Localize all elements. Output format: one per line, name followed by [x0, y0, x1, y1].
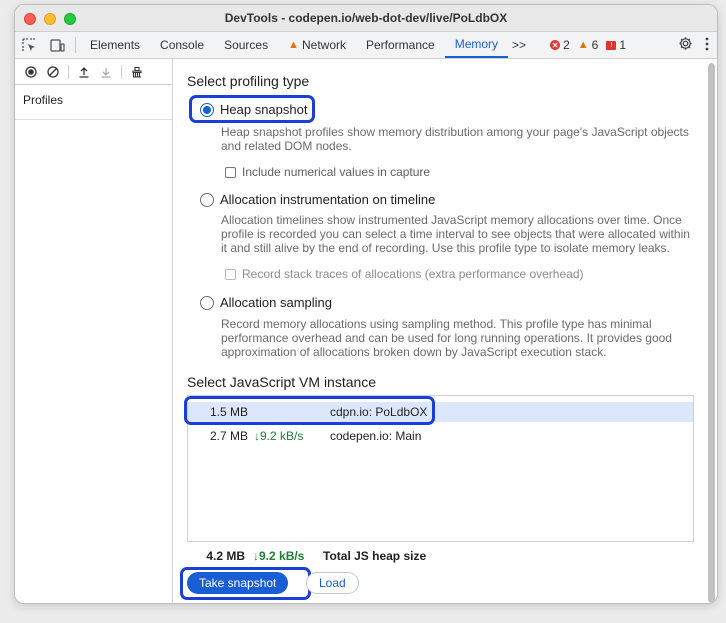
- take-snapshot-button[interactable]: Take snapshot: [187, 572, 289, 594]
- error-count: 2: [563, 38, 570, 52]
- allocation-timeline-description: Allocation timelines show instrumented J…: [221, 213, 690, 255]
- minimize-window-button[interactable]: [44, 13, 56, 25]
- toolbar-divider: [68, 64, 69, 79]
- tab-label: Sources: [224, 38, 269, 52]
- tab-network[interactable]: ▲ Network: [278, 32, 356, 58]
- total-heap-label: Total JS heap size: [323, 549, 427, 563]
- tab-sources[interactable]: Sources: [214, 32, 278, 58]
- tab-performance[interactable]: Performance: [356, 32, 445, 58]
- vm-instance-row[interactable]: 2.7 MB ↓9.2 kB/s codepen.io: Main: [188, 426, 693, 446]
- heap-snapshot-description: Heap snapshot profiles show memory distr…: [221, 125, 689, 153]
- checkbox-include-numerical-values[interactable]: Include numerical values in capture: [225, 165, 430, 179]
- radio-button[interactable]: [200, 192, 214, 207]
- download-icon[interactable]: [96, 62, 116, 82]
- profiles-sidebar: Profiles: [15, 59, 173, 603]
- radio-button[interactable]: [200, 295, 214, 310]
- radio-allocation-instrumentation[interactable]: Allocation instrumentation on timeline: [200, 192, 435, 207]
- vm-instance-rate: ↓9.2 kB/s: [254, 429, 304, 443]
- kebab-menu-icon[interactable]: [705, 37, 709, 54]
- error-icon: ✕: [550, 40, 561, 50]
- checkbox-record-stack-traces[interactable]: Record stack traces of allocations (extr…: [225, 267, 584, 281]
- clear-all-icon[interactable]: [43, 62, 63, 82]
- total-heap-rate: ↓9.2 kB/s: [253, 549, 305, 563]
- checkbox-label: Record stack traces of allocations (extr…: [242, 267, 584, 281]
- zoom-window-button[interactable]: [64, 13, 76, 25]
- more-tabs-button[interactable]: >>: [508, 38, 530, 52]
- checkbox-label: Include numerical values in capture: [242, 165, 431, 179]
- devtools-toolbar: Elements Console Sources ▲ Network Perfor…: [15, 32, 717, 59]
- issue-counters[interactable]: ✕ 2 ▲ 6 ! 1: [550, 38, 626, 52]
- tab-memory[interactable]: Memory: [444, 32, 509, 58]
- error-counter[interactable]: ✕ 2: [550, 38, 570, 52]
- tab-label: Elements: [90, 38, 141, 52]
- highlight-selected-vm-instance: [184, 396, 435, 425]
- memory-panel: Select profiling type Heap snapshot Heap…: [173, 59, 717, 603]
- garbage-collect-icon[interactable]: [127, 62, 147, 82]
- devtools-window: DevTools - codepen.io/web-dot-dev/live/P…: [14, 4, 718, 604]
- total-heap-summary: 4.2 MB ↓9.2 kB/s Total JS heap size: [192, 549, 426, 563]
- warning-icon: ▲: [288, 39, 299, 51]
- tab-console[interactable]: Console: [150, 32, 214, 58]
- radio-label: Allocation sampling: [220, 295, 333, 310]
- record-icon[interactable]: [21, 62, 41, 82]
- window-controls: [24, 13, 76, 25]
- settings-gear-icon[interactable]: [678, 36, 693, 54]
- load-button[interactable]: Load: [306, 572, 359, 594]
- issues-count: 1: [619, 38, 627, 52]
- sidebar-toolbar: [15, 59, 172, 85]
- radio-button-checked[interactable]: [200, 102, 214, 117]
- checkbox[interactable]: [225, 166, 236, 178]
- warning-icon: ▲: [577, 39, 589, 51]
- sidebar-section-profiles: Profiles: [15, 85, 172, 120]
- vm-instance-size: 2.7 MB: [209, 429, 248, 443]
- close-window-button[interactable]: [24, 13, 36, 25]
- checkbox[interactable]: [225, 268, 236, 280]
- issues-counter[interactable]: ! 1: [606, 38, 626, 52]
- tab-label: Performance: [366, 38, 435, 52]
- vertical-scrollbar[interactable]: [708, 63, 715, 603]
- issues-icon: !: [606, 40, 617, 50]
- total-heap-size: 4.2 MB: [206, 549, 245, 563]
- upload-icon[interactable]: [74, 62, 94, 82]
- title-bar: DevTools - codepen.io/web-dot-dev/live/P…: [15, 5, 717, 32]
- radio-label: Allocation instrumentation on timeline: [220, 192, 436, 207]
- window-title: DevTools - codepen.io/web-dot-dev/live/P…: [224, 11, 508, 25]
- toolbar-divider: [121, 64, 122, 79]
- warning-count: 6: [591, 38, 599, 52]
- vm-instance-name: codepen.io: Main: [330, 429, 422, 443]
- tab-label: Console: [160, 38, 205, 52]
- tab-elements[interactable]: Elements: [80, 32, 150, 58]
- tab-label: Memory: [454, 37, 499, 51]
- radio-heap-snapshot[interactable]: Heap snapshot: [200, 102, 307, 117]
- tab-label: Network: [301, 38, 346, 52]
- allocation-sampling-description: Record memory allocations using sampling…: [221, 317, 672, 359]
- profiling-type-heading: Select profiling type: [187, 73, 310, 89]
- inspect-element-icon[interactable]: [15, 32, 43, 58]
- warning-counter[interactable]: ▲ 6: [578, 38, 599, 52]
- toolbar-divider: [75, 37, 76, 53]
- vm-instance-heading: Select JavaScript VM instance: [187, 374, 377, 390]
- radio-label: Heap snapshot: [220, 102, 308, 117]
- toolbar-right-icons: [678, 32, 709, 58]
- device-toolbar-icon[interactable]: [43, 32, 71, 58]
- radio-allocation-sampling[interactable]: Allocation sampling: [200, 295, 332, 310]
